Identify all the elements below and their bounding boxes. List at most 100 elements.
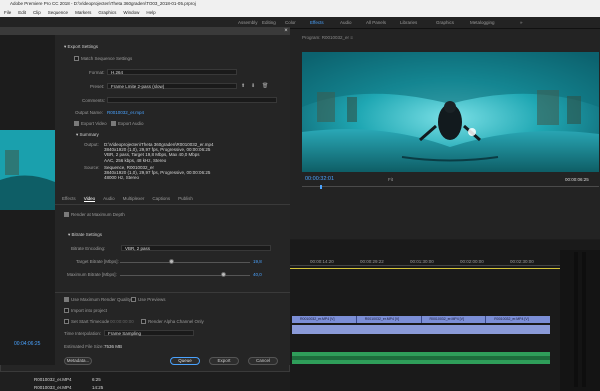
more-workspaces-icon[interactable]: » (520, 17, 523, 29)
audio-meter (560, 250, 600, 391)
format-dropdown[interactable]: H.264 (107, 69, 237, 75)
ws-tab-all-panels[interactable]: All Panels (366, 17, 386, 29)
video-track-clips[interactable]: R0010032_er.MP4 [V] R0010032_er.MP4 [V] … (292, 316, 550, 323)
menu-file[interactable]: File (3, 8, 12, 17)
menu-markers[interactable]: Markers (74, 8, 92, 17)
export-button[interactable]: Export (209, 357, 239, 365)
ws-tab-graphics[interactable]: Graphics (436, 17, 454, 29)
target-bitrate-slider[interactable] (120, 262, 250, 263)
queue-button[interactable]: Queue (170, 357, 200, 365)
time-interp-label: Time Interpolation: (64, 331, 102, 336)
comments-label: Comments: (82, 98, 106, 103)
tab-multiplexer[interactable]: Multiplexer (123, 196, 145, 202)
max-bitrate-knob[interactable] (221, 272, 226, 277)
menu-edit[interactable]: Edit (17, 8, 27, 17)
output-name-link[interactable]: R0010032_er.mp4 (107, 110, 144, 115)
cancel-button[interactable]: Cancel (248, 357, 278, 365)
bitrate-header[interactable]: ▾ Bitrate Settings (68, 232, 102, 238)
menu-help[interactable]: Help (145, 8, 156, 17)
summary-line: VBR, 2 pass, Target 19,8 Mbps, Max 40,0 … (104, 152, 200, 158)
max-render-quality-checkbox[interactable] (64, 297, 69, 302)
program-playhead[interactable] (320, 185, 322, 189)
metadata-button[interactable]: Metadata... (64, 357, 92, 365)
start-timecode-checkbox[interactable] (64, 319, 69, 324)
import-project-label: Import into project (71, 308, 108, 313)
summary-source-label: Source: (84, 165, 100, 170)
window-title: Adobe Premiere Pro CC 2018 - D:\Videopro… (0, 0, 600, 8)
clip-video[interactable]: R0010032_er.MP4 [V] (486, 316, 550, 323)
ws-tab-audio[interactable]: Audio (340, 17, 352, 29)
summary-output-label: Output: (84, 142, 99, 147)
close-icon[interactable]: × (282, 27, 290, 35)
export-audio-label: Export Audio (118, 121, 144, 126)
bitrate-encoding-dropdown[interactable]: VBR, 2 pass (121, 245, 271, 251)
tick-label: 00:01:30:00 (410, 259, 434, 264)
export-video-checkbox[interactable] (74, 121, 79, 126)
tab-video[interactable]: Video (83, 196, 96, 202)
ws-tab-effects[interactable]: Effects (310, 17, 324, 29)
target-bitrate-knob[interactable] (169, 259, 174, 264)
max-bitrate-label: Maximum Bitrate [Mbps]: (67, 272, 117, 277)
project-item-name[interactable]: R0010032_er.MP4 (34, 377, 72, 382)
program-fit[interactable]: Fit (388, 177, 393, 182)
summary-line: AAC, 256 kbps, 48 kHz, Stereo (104, 157, 167, 163)
max-bitrate-slider[interactable] (120, 275, 250, 276)
render-max-depth-label: Render at Maximum Depth (71, 212, 125, 217)
max-bitrate-value[interactable]: 40,0 (253, 272, 262, 277)
use-previews-label: Use Previews (138, 297, 166, 302)
max-render-quality-label: Use Maximum Render Quality (71, 297, 132, 302)
timeline-ruler[interactable]: 00:00:14:20 00:00:29:22 00:01:30:00 00:0… (290, 258, 560, 266)
clip-video[interactable]: R0010032_er.MP4 [V] (422, 316, 487, 323)
import-project-checkbox[interactable] (64, 308, 69, 313)
bitrate-encoding-label: Bitrate Encoding: (71, 246, 106, 251)
tab-publish[interactable]: Publish (178, 196, 193, 202)
summary-output: D:\Videoprojecten\Theta 360graden\R00100… (104, 142, 214, 163)
video-track-thumbnails[interactable] (292, 325, 550, 334)
delete-preset-icon[interactable]: 🗑 (262, 83, 268, 89)
program-viewer (302, 52, 599, 172)
menu-clip[interactable]: Clip (32, 8, 42, 17)
tab-audio[interactable]: Audio (103, 196, 115, 202)
source-timecode[interactable]: 00:04:06:25 (14, 341, 40, 347)
comments-input[interactable] (107, 97, 277, 103)
menu-sequence[interactable]: Sequence (47, 8, 69, 17)
clip-video[interactable]: R0010032_er.MP4 [V] (292, 316, 357, 323)
export-settings-header[interactable]: ▾ Export Settings (64, 44, 98, 50)
render-alpha-checkbox[interactable] (141, 319, 146, 324)
menu-window[interactable]: Window (122, 8, 140, 17)
match-sequence-checkbox[interactable] (74, 56, 79, 61)
est-size-label: Estimated File Size: (64, 344, 104, 349)
project-item-duration: 6:25 (92, 377, 101, 382)
start-timecode-value[interactable]: 00:00:00:00 (110, 319, 134, 324)
clip-video[interactable]: R0010032_er.MP4 [V] (357, 316, 422, 323)
project-item-name[interactable]: R0010033_er.MP4 (34, 385, 72, 390)
import-preset-icon[interactable]: ⬇ (251, 83, 255, 89)
work-area-bar[interactable] (290, 268, 560, 269)
ws-tab-metalogging[interactable]: Metalogging (470, 17, 495, 29)
export-tabs: Effects Video Audio Multiplexer Captions… (62, 196, 282, 202)
menu-graphics[interactable]: Graphics (97, 8, 117, 17)
time-interp-dropdown[interactable]: Frame Sampling (104, 330, 194, 336)
project-item-duration: 14:25 (92, 385, 104, 390)
source-preview-image (0, 130, 55, 210)
ws-tab-libraries[interactable]: Libraries (400, 17, 417, 29)
start-timecode-label: Set Start Timecode (71, 319, 110, 324)
save-preset-icon[interactable]: ⬆ (241, 83, 245, 89)
program-header: Program: R0010032_er ≡ (302, 35, 353, 40)
audio-track-clip[interactable] (292, 352, 550, 364)
render-max-depth-checkbox[interactable] (64, 212, 69, 217)
use-previews-checkbox[interactable] (131, 297, 136, 302)
program-scrubber[interactable] (302, 186, 599, 187)
summary-header[interactable]: ▾ Summary (76, 132, 99, 138)
program-timecode-out: 00:00:06:25 (565, 177, 589, 182)
tab-captions[interactable]: Captions (152, 196, 170, 202)
preset-dropdown[interactable]: Frame Lmite 2-pass (slow) (107, 83, 237, 89)
tab-effects[interactable]: Effects (62, 196, 76, 202)
tick-label: 00:02:30:00 (510, 259, 534, 264)
match-sequence-label: Match Sequence Settings (81, 56, 133, 61)
target-bitrate-label: Target Bitrate [Mbps]: (76, 259, 119, 264)
export-audio-checkbox[interactable] (111, 121, 116, 126)
target-bitrate-value[interactable]: 19,8 (253, 259, 262, 264)
tabs-divider (55, 204, 290, 205)
program-timecode-in[interactable]: 00:00:32:01 (305, 176, 334, 182)
